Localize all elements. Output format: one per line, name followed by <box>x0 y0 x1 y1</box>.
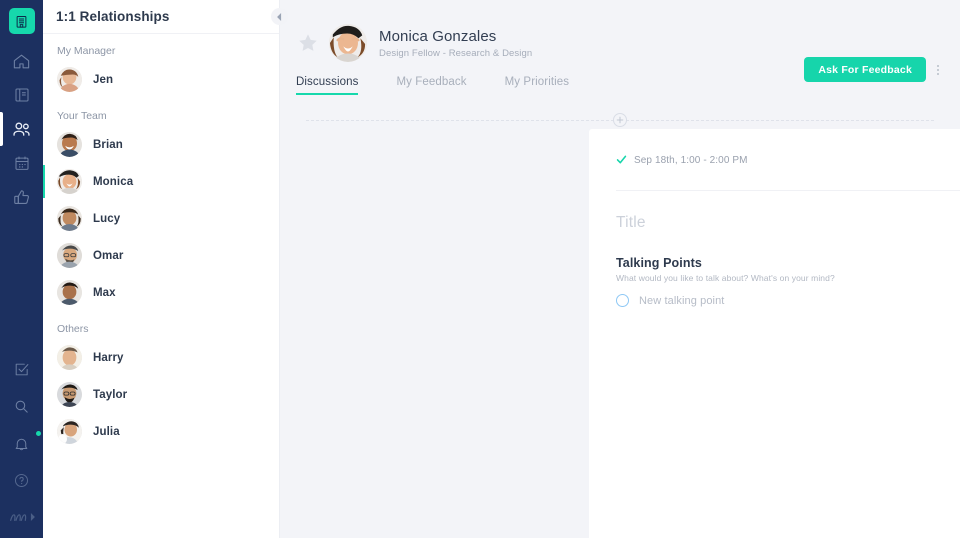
chevron-right-icon <box>30 513 35 521</box>
people-icon <box>11 119 32 140</box>
nav-item-recognition[interactable] <box>0 184 43 210</box>
list-item[interactable]: Lucy <box>43 200 279 237</box>
list-item[interactable]: Monica <box>43 163 279 200</box>
plus-circle-icon[interactable] <box>613 113 627 127</box>
chevron-left-icon <box>277 8 282 26</box>
group-label: Others <box>43 323 279 335</box>
star-icon[interactable] <box>297 32 319 54</box>
avatar <box>329 24 367 62</box>
person-name: Julia <box>93 426 120 438</box>
people-list: My Manager Jen <box>43 34 279 450</box>
person-name: Monica <box>93 176 133 188</box>
people-group: Your Team Brian <box>43 110 279 311</box>
list-item[interactable]: Max <box>43 274 279 311</box>
bell-icon <box>13 435 30 452</box>
profile-name: Monica Gonzales <box>379 28 532 45</box>
title-input[interactable]: Title <box>616 214 960 232</box>
ask-for-feedback-button[interactable]: Ask For Feedback <box>804 57 926 82</box>
new-talking-point-label: New talking point <box>639 295 724 307</box>
kebab-menu-icon[interactable] <box>934 62 942 78</box>
main-content: Monica Gonzales Design Fellow - Research… <box>280 0 960 538</box>
avatar <box>57 67 82 92</box>
person-name: Brian <box>93 139 123 151</box>
people-group: Others Harry <box>43 323 279 450</box>
tab-my-priorities[interactable]: My Priorities <box>505 76 570 95</box>
profile-role: Design Fellow - Research & Design <box>379 48 532 59</box>
profile-text: Monica Gonzales Design Fellow - Research… <box>379 28 532 59</box>
list-item[interactable]: Julia <box>43 413 279 450</box>
sidebar-collapse-button[interactable] <box>271 8 288 25</box>
home-icon <box>12 52 31 71</box>
avatar <box>57 243 82 268</box>
new-talking-point-row[interactable]: New talking point <box>616 294 960 307</box>
list-item[interactable]: Brian <box>43 126 279 163</box>
notification-dot <box>35 430 42 437</box>
nav-rail-primary <box>0 48 43 210</box>
tab-discussions[interactable]: Discussions <box>296 76 358 95</box>
brand-mark-icon <box>8 510 28 524</box>
nav-item-notifications[interactable] <box>0 430 43 456</box>
meeting-time: Sep 18th, 1:00 - 2:00 PM <box>634 155 748 166</box>
nav-item-help[interactable] <box>0 467 43 493</box>
page-title: 1:1 Relationships <box>56 9 169 24</box>
circle-checkbox-icon[interactable] <box>616 294 629 307</box>
avatar <box>57 206 82 231</box>
person-name: Omar <box>93 250 123 262</box>
panel-header: 1:1 Relationships <box>43 0 279 34</box>
nav-item-calendar[interactable] <box>0 150 43 176</box>
group-label: Your Team <box>43 110 279 122</box>
nav-rail-secondary <box>0 356 43 530</box>
nav-rail <box>0 0 43 538</box>
discussion-card: Sep 18th, 1:00 - 2:00 PM Send notes Titl… <box>589 129 960 538</box>
help-circle-icon <box>13 472 30 489</box>
list-item[interactable]: Omar <box>43 237 279 274</box>
list-item[interactable]: Harry <box>43 339 279 376</box>
group-label: My Manager <box>43 45 279 57</box>
person-name: Taylor <box>93 389 127 401</box>
nav-item-search[interactable] <box>0 393 43 419</box>
list-item[interactable]: Jen <box>43 61 279 98</box>
card-body: Title Talking Points What would you like… <box>589 191 960 307</box>
relationships-panel: 1:1 Relationships My Manager <box>43 0 280 538</box>
avatar <box>57 132 82 157</box>
card-header: Sep 18th, 1:00 - 2:00 PM Send notes <box>589 129 960 173</box>
nav-item-journal[interactable] <box>0 82 43 108</box>
people-group: My Manager Jen <box>43 45 279 98</box>
task-check-icon <box>13 361 30 378</box>
calendar-icon <box>13 154 31 172</box>
tab-bar-rule <box>288 94 960 95</box>
avatar <box>57 169 82 194</box>
avatar <box>57 382 82 407</box>
person-name: Max <box>93 287 116 299</box>
nav-item-relationships[interactable] <box>0 116 43 142</box>
person-name: Lucy <box>93 213 120 225</box>
nav-item-brand[interactable] <box>0 504 43 530</box>
app-root: 1:1 Relationships My Manager <box>0 0 960 538</box>
nav-item-home[interactable] <box>0 48 43 74</box>
avatar <box>57 419 82 444</box>
tab-my-feedback[interactable]: My Feedback <box>396 76 466 95</box>
person-name: Harry <box>93 352 124 364</box>
avatar <box>57 345 82 370</box>
list-item[interactable]: Taylor <box>43 376 279 413</box>
building-logo-icon[interactable] <box>9 8 35 34</box>
avatar <box>57 280 82 305</box>
book-icon <box>13 86 31 104</box>
header-actions: Ask For Feedback <box>804 57 942 82</box>
talking-points-subtitle: What would you like to talk about? What'… <box>616 273 960 283</box>
check-icon <box>616 152 627 170</box>
thumbs-up-icon <box>12 188 31 207</box>
search-icon <box>13 398 30 415</box>
talking-points-heading: Talking Points <box>616 256 960 270</box>
person-name: Jen <box>93 74 113 86</box>
profile-header: Monica Gonzales Design Fellow - Research… <box>280 0 960 95</box>
nav-item-tasks[interactable] <box>0 356 43 382</box>
